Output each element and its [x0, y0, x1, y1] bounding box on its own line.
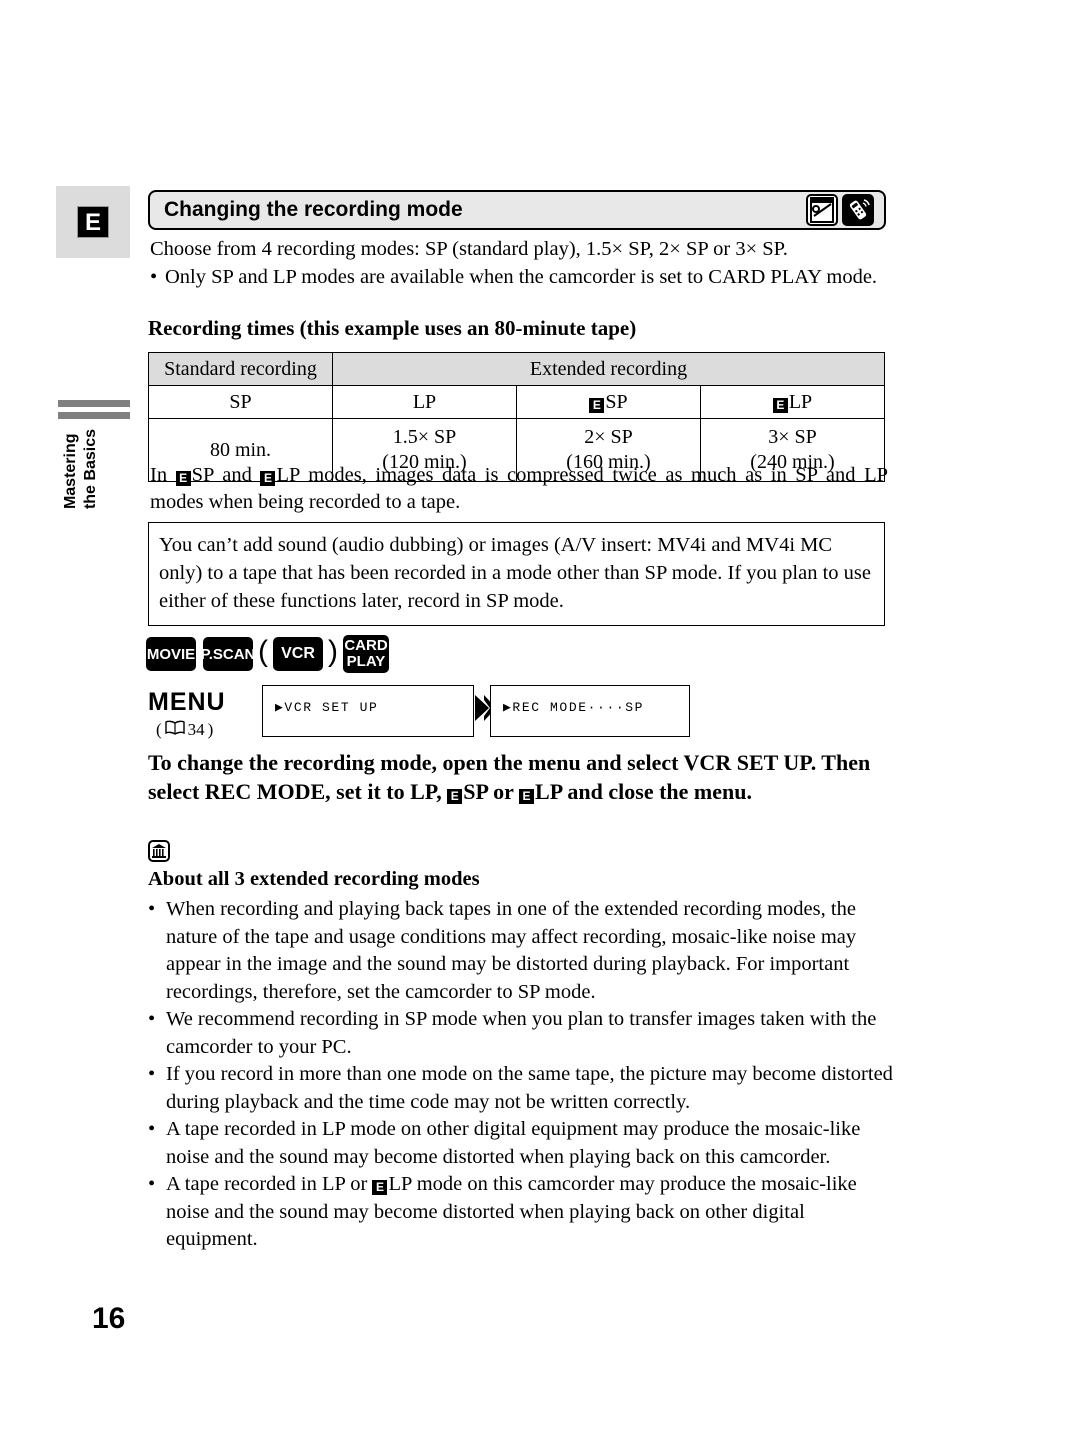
side-tab-bar-1	[58, 400, 130, 407]
table-mode-row: SP LP E SP E LP	[148, 385, 885, 419]
menu-label: MENU	[148, 688, 226, 716]
e-badge-icon: E	[589, 397, 605, 413]
list-item: • If you record in more than one mode on…	[148, 1061, 893, 1116]
instruction-part2: SP or	[463, 779, 520, 804]
recording-times-subheading: Recording times (this example uses an 80…	[148, 316, 637, 340]
compression-note-paragraph: In E SP and E LP modes, images data is com…	[150, 462, 888, 516]
remote-control-icon	[842, 194, 874, 226]
note-box-text: You can’t add sound (audio dubbing) or i…	[159, 534, 871, 612]
intro-block: Choose from 4 recording modes: SP (stand…	[150, 236, 890, 291]
list-item-text: A tape recorded in LP mode on other digi…	[166, 1118, 861, 1168]
table-cell-mode-lp: LP	[332, 385, 517, 419]
intro-bullet-text: Only SP and LP modes are available when …	[165, 266, 878, 288]
bullet-marker: •	[148, 1118, 156, 1140]
paren-open: (	[258, 635, 268, 668]
e-badge-icon: E	[372, 1180, 388, 1195]
bullet-marker: •	[148, 898, 156, 920]
table-group-header-row: Standard recording Extended recording	[148, 352, 885, 386]
instruction-paragraph: To change the recording mode, open the m…	[148, 748, 888, 806]
language-marker-e: E	[77, 206, 109, 238]
side-tab-bar-2	[58, 412, 130, 419]
intro-paragraph: Choose from 4 recording modes: SP (stand…	[150, 238, 788, 260]
e-badge-icon: E	[772, 397, 788, 413]
list-item: • A tape recorded in LP mode on other di…	[148, 1116, 893, 1171]
list-item-pre: A tape recorded in LP or	[166, 1173, 373, 1195]
after-table-part2: SP and	[191, 464, 261, 486]
paren-open: (	[156, 720, 162, 739]
bullet-marker: •	[148, 1008, 156, 1030]
e-badge-icon: E	[175, 471, 191, 486]
card-icon	[806, 194, 838, 226]
mode-badge-row: MOVIE P.SCAN ( VCR ) CARD PLAY	[146, 635, 389, 673]
bullet-marker: •	[148, 1063, 156, 1085]
badge-pscan: P.SCAN	[201, 637, 255, 671]
instruction-part3: LP and close the menu.	[535, 779, 752, 804]
table-cell-mode-sp: SP	[148, 385, 333, 419]
table-cell-mode-esp: E SP	[516, 385, 701, 419]
audio-dubbing-note-box: You can’t add sound (audio dubbing) or i…	[148, 522, 885, 626]
about-heading: About all 3 extended recording modes	[148, 868, 480, 890]
list-item: • We recommend recording in SP mode when…	[148, 1006, 893, 1061]
list-item-text: We recommend recording in SP mode when y…	[166, 1008, 877, 1058]
menu-ref-page: 34	[187, 720, 205, 739]
e-badge-icon: E	[519, 789, 535, 804]
bullet-marker: •	[150, 266, 158, 288]
about-bullet-list: • When recording and playing back tapes …	[148, 896, 893, 1254]
side-tab-line-1: Mastering	[62, 433, 79, 510]
side-tab-line-2: the Basics	[82, 429, 99, 510]
badge-card-play: CARD PLAY	[343, 635, 389, 673]
book-icon	[164, 720, 185, 740]
menu-page-reference: ( 34 )	[156, 720, 226, 740]
language-tab-block: E	[56, 186, 130, 258]
side-tab-text: Mastering the Basics	[58, 429, 130, 509]
page-number: 16	[92, 1302, 126, 1335]
list-item-text: If you record in more than one mode on t…	[166, 1063, 893, 1113]
paren-close: )	[328, 635, 338, 668]
list-item: • When recording and playing back tapes …	[148, 896, 893, 1006]
list-item-text: A tape recorded in LP or E LP mode on thi…	[166, 1171, 893, 1254]
chapter-side-tab: Mastering the Basics	[58, 400, 130, 560]
table-header-extended: Extended recording	[332, 352, 885, 386]
intro-bullet-item: • Only SP and LP modes are available whe…	[150, 264, 890, 291]
list-item-text: When recording and playing back tapes in…	[166, 898, 857, 1003]
bullet-marker: •	[148, 1173, 156, 1195]
list-item: • A tape recorded in LP or E LP mode on t…	[148, 1171, 893, 1254]
table-cell-mode-elp: E LP	[700, 385, 885, 419]
menu-screen-vcr-setup: ▶VCR SET UP	[262, 685, 474, 737]
badge-movie: MOVIE	[146, 637, 196, 671]
badge-vcr: VCR	[273, 637, 323, 671]
after-table-part1: In	[150, 464, 176, 486]
menu-screen-rec-mode: ▶REC MODE····SP	[490, 685, 690, 737]
table-header-standard: Standard recording	[148, 352, 333, 386]
badge-card-line2: PLAY	[346, 653, 386, 670]
paren-close: )	[207, 720, 214, 739]
page-title: Changing the recording mode	[164, 198, 463, 221]
header-icon-group	[806, 194, 874, 226]
menu-label-block: MENU ( 34 )	[148, 688, 226, 740]
note-icon	[148, 840, 170, 867]
e-badge-icon: E	[260, 471, 276, 486]
badge-card-line1: CARD	[344, 637, 388, 654]
section-header-bar: Changing the recording mode	[148, 190, 886, 230]
e-badge-icon: E	[447, 789, 463, 804]
